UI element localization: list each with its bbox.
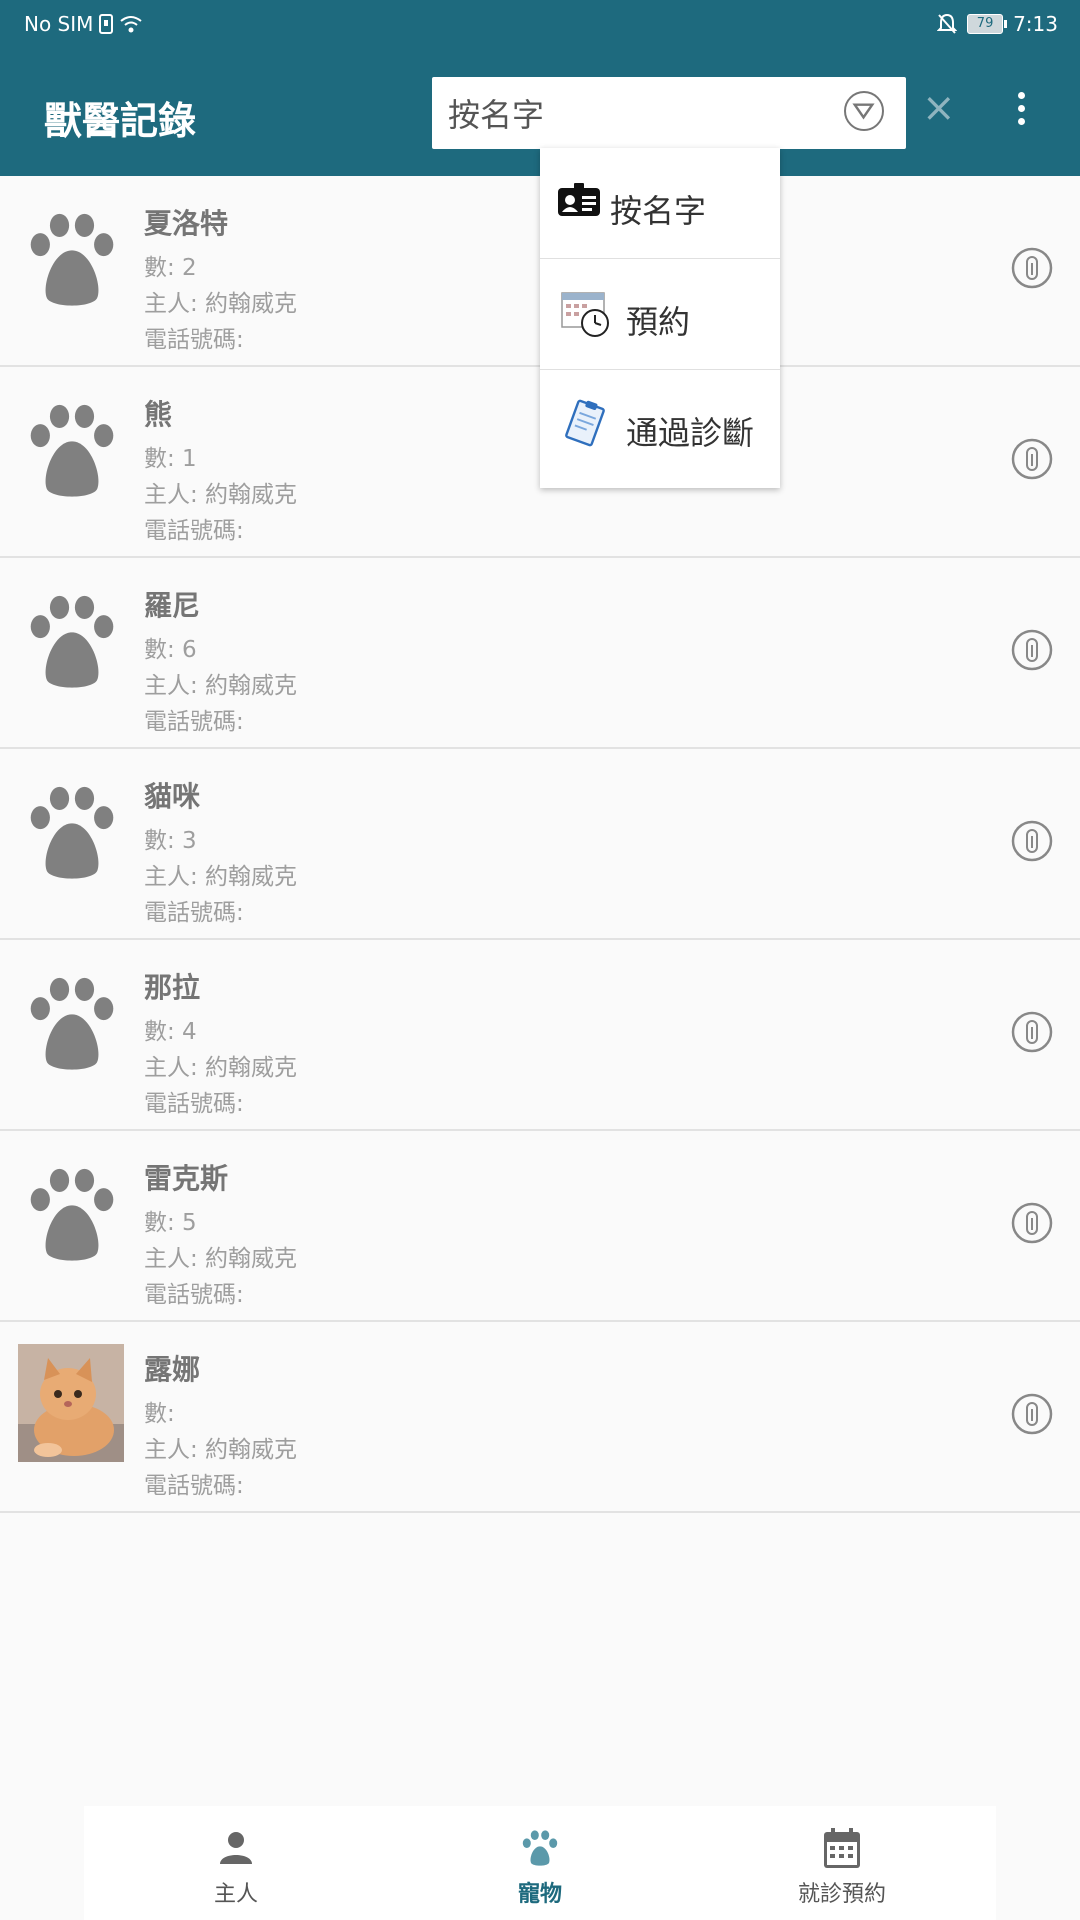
info-icon[interactable] xyxy=(1010,628,1054,672)
search-filter-menu: 按名字 預約 通過診斷 xyxy=(540,148,780,488)
pet-owner: 主人: 約翰威克 xyxy=(144,1246,298,1272)
pet-name: 露娜 xyxy=(144,1353,201,1386)
paw-icon xyxy=(30,213,114,306)
person-icon xyxy=(220,1832,252,1864)
pet-owner: 主人: 約翰威克 xyxy=(144,673,298,699)
search-box[interactable] xyxy=(432,77,906,149)
pet-owner: 主人: 約翰威克 xyxy=(144,864,298,890)
menu-item-appointment[interactable]: 預約 xyxy=(540,259,780,370)
pet-phone: 電話號碼: xyxy=(144,327,244,353)
pet-phone: 電話號碼: xyxy=(144,1473,244,1499)
pet-count: 數: 5 xyxy=(144,1210,197,1236)
nav-label: 就診預約 xyxy=(797,1882,886,1907)
pet-owner: 主人: 約翰威克 xyxy=(144,1437,298,1463)
info-icon[interactable] xyxy=(1010,437,1054,481)
pet-row[interactable]: 貓咪 數: 3 主人: 約翰威克 電話號碼: xyxy=(0,749,1080,940)
pet-row[interactable]: 露娜 數: 主人: 約翰威克 電話號碼: xyxy=(0,1322,1080,1513)
pet-name: 那拉 xyxy=(144,971,201,1004)
info-icon[interactable] xyxy=(1010,1201,1054,1245)
pet-phone: 電話號碼: xyxy=(144,1282,244,1308)
pet-count: 數: 3 xyxy=(144,828,197,854)
carrier-text: No SIM xyxy=(24,12,94,36)
pet-owner: 主人: 約翰威克 xyxy=(144,291,298,317)
info-icon[interactable] xyxy=(1010,246,1054,290)
menu-label: 通過診斷 xyxy=(626,414,755,452)
menu-label: 按名字 xyxy=(610,192,707,230)
clock-text: 7:13 xyxy=(1013,12,1058,36)
pet-owner: 主人: 約翰威克 xyxy=(144,482,298,508)
pet-count: 數: xyxy=(144,1401,175,1427)
sim-icon xyxy=(99,14,114,34)
more-options-button[interactable] xyxy=(1016,92,1026,132)
cat-photo xyxy=(18,1344,124,1462)
search-input[interactable] xyxy=(446,89,830,137)
menu-label: 預約 xyxy=(626,303,691,341)
menu-item-by-name[interactable]: 按名字 xyxy=(540,148,780,259)
pet-name: 夏洛特 xyxy=(144,207,229,240)
paw-icon xyxy=(522,1830,558,1866)
nav-item-appointments[interactable]: 就診預約 xyxy=(742,1806,942,1920)
menu-item-diagnosis[interactable]: 通過診斷 xyxy=(540,370,780,480)
pet-count: 數: 1 xyxy=(144,446,197,472)
bell-off-icon xyxy=(937,13,958,34)
clipboard-icon xyxy=(565,399,605,447)
pet-phone: 電話號碼: xyxy=(144,900,244,926)
pet-row[interactable]: 那拉 數: 4 主人: 約翰威克 電話號碼: xyxy=(0,940,1080,1131)
nav-item-pets[interactable]: 寵物 xyxy=(440,1806,640,1920)
info-icon[interactable] xyxy=(1010,1392,1054,1436)
nav-item-owners[interactable]: 主人 xyxy=(136,1806,336,1920)
pet-phone: 電話號碼: xyxy=(144,518,244,544)
battery-icon: 79 xyxy=(967,14,1008,34)
pet-name: 熊 xyxy=(144,398,173,431)
pet-phone: 電話號碼: xyxy=(144,709,244,735)
status-bar: No SIM 79 7:13 xyxy=(0,0,1080,52)
pet-owner: 主人: 約翰威克 xyxy=(144,1055,298,1081)
calendar-clock-icon xyxy=(561,292,609,337)
filter-dropdown-icon[interactable] xyxy=(844,91,884,131)
pet-name: 貓咪 xyxy=(144,780,201,813)
paw-icon xyxy=(30,1168,114,1261)
paw-icon xyxy=(30,977,114,1070)
wifi-icon xyxy=(120,16,143,33)
pet-phone: 電話號碼: xyxy=(144,1091,244,1117)
pet-count: 數: 4 xyxy=(144,1019,197,1045)
pet-row[interactable]: 羅尼 數: 6 主人: 約翰威克 電話號碼: xyxy=(0,558,1080,749)
bottom-navigation: 主人 寵物 就診預約 xyxy=(84,1806,996,1920)
app-title: 獸醫記錄 xyxy=(44,99,197,143)
info-icon[interactable] xyxy=(1010,819,1054,863)
id-card-icon xyxy=(558,183,600,216)
close-search-button[interactable]: × xyxy=(922,88,956,128)
info-icon[interactable] xyxy=(1010,1010,1054,1054)
pet-row[interactable]: 雷克斯 數: 5 主人: 約翰威克 電話號碼: xyxy=(0,1131,1080,1322)
calendar-icon xyxy=(824,1828,860,1868)
pet-count: 數: 6 xyxy=(144,637,197,663)
paw-icon xyxy=(30,404,114,497)
paw-icon xyxy=(30,595,114,688)
nav-label: 寵物 xyxy=(517,1882,562,1907)
paw-icon xyxy=(30,786,114,879)
pet-count: 數: 2 xyxy=(144,255,197,281)
pet-name: 羅尼 xyxy=(144,589,201,622)
pet-name: 雷克斯 xyxy=(144,1162,229,1195)
nav-label: 主人 xyxy=(213,1882,258,1907)
